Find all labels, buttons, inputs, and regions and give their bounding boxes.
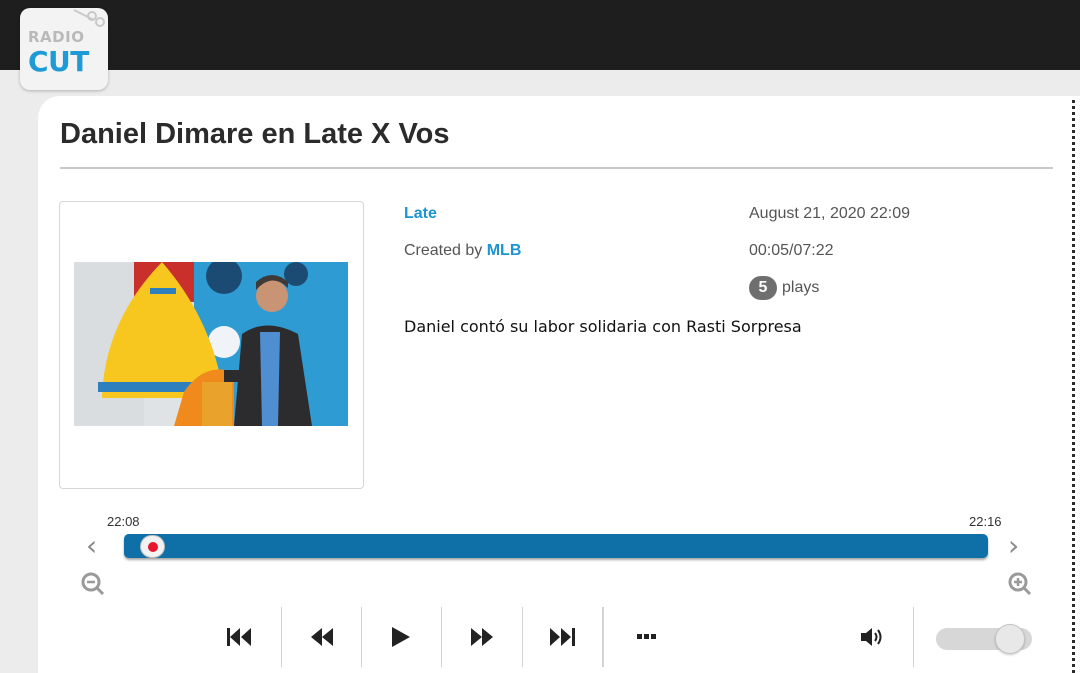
skip-start-icon <box>227 628 251 646</box>
controls-separator <box>913 607 914 667</box>
logo-text-radio: RADIO <box>28 28 85 46</box>
playhead-handle[interactable] <box>140 535 165 558</box>
controls-separator <box>281 607 282 667</box>
plays-badge: 5 <box>749 276 777 300</box>
chevron-left-icon[interactable]: ‹ <box>86 532 97 560</box>
clip-thumbnail-photo <box>74 262 348 426</box>
radiocut-logo[interactable]: RADIO CUT <box>20 8 108 90</box>
more-options-button[interactable] <box>623 620 671 654</box>
zoom-in-icon[interactable] <box>1008 572 1032 596</box>
zoom-out-icon[interactable] <box>81 572 105 596</box>
skip-to-start-button[interactable] <box>216 620 264 654</box>
rewind-button[interactable] <box>298 620 346 654</box>
play-icon <box>392 627 410 647</box>
chevron-right-icon[interactable]: › <box>1008 532 1019 560</box>
volume-icon <box>861 628 882 646</box>
clip-datetime: August 21, 2020 22:09 <box>749 205 911 222</box>
plays-label: plays <box>782 279 820 296</box>
created-by-label: Created by <box>404 242 483 259</box>
timeline-start-time: 22:08 <box>107 514 140 529</box>
play-button[interactable] <box>377 620 425 654</box>
clip-time-readout: 00:05/07:22 <box>749 242 834 260</box>
top-bar <box>0 0 1080 70</box>
clip-duration: 07:22 <box>793 242 834 259</box>
mute-button[interactable] <box>849 620 897 654</box>
current-position: 00:05 <box>749 242 790 259</box>
clip-description: Daniel contó su labor solidaria con Rast… <box>404 317 802 336</box>
rewind-icon <box>311 628 333 646</box>
program-link[interactable]: Late <box>404 205 437 223</box>
controls-separator <box>602 607 604 667</box>
scissors-icon <box>73 9 105 27</box>
controls-separator <box>361 607 362 667</box>
creator-link[interactable]: MLB <box>487 242 522 259</box>
timeline-track[interactable] <box>124 534 988 558</box>
controls-separator <box>522 607 523 667</box>
clip-thumbnail[interactable] <box>74 262 348 426</box>
skip-to-end-button[interactable] <box>539 620 587 654</box>
fast-forward-icon <box>471 628 493 646</box>
logo-text-cut: CUT <box>28 45 89 78</box>
title-divider <box>60 167 1053 169</box>
skip-end-icon <box>550 628 575 646</box>
timeline-end-time: 22:16 <box>969 514 1002 529</box>
volume-knob[interactable] <box>995 624 1025 654</box>
plays-counter: 5 plays <box>749 276 819 300</box>
controls-separator <box>441 607 442 667</box>
program-link-text[interactable]: Late <box>404 205 437 222</box>
dotted-divider <box>1072 100 1075 673</box>
page-title: Daniel Dimare en Late X Vos <box>60 118 450 150</box>
volume-slider[interactable] <box>936 624 1032 654</box>
fast-forward-button[interactable] <box>458 620 506 654</box>
created-by: Created by MLB <box>404 242 521 260</box>
more-icon <box>637 634 656 639</box>
